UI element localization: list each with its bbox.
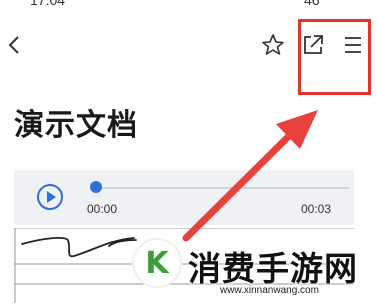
play-button[interactable] [37, 184, 63, 210]
status-time: 17:04 [30, 0, 66, 8]
status-bar: 17:04 46 [0, 0, 378, 8]
battery-level: 46 [304, 0, 320, 8]
favorite-button[interactable] [260, 32, 286, 58]
handwriting-stroke [21, 237, 137, 258]
total-time: 00:03 [301, 202, 332, 216]
progress-track[interactable] [95, 187, 349, 189]
watermark: K 消费手游网 www.xinnanwang.com [128, 236, 378, 303]
audio-player: 00:00 00:03 [14, 170, 354, 225]
star-icon [262, 34, 284, 55]
watermark-url: www.xinnanwang.com [220, 285, 319, 296]
progress-knob[interactable] [90, 181, 102, 193]
chevron-left-icon [8, 36, 19, 54]
document-title: 演示文档 [14, 108, 138, 143]
highlight-box [298, 19, 371, 95]
back-button[interactable] [4, 32, 28, 58]
watermark-text: 消费手游网 [188, 249, 358, 288]
watermark-logo: K [132, 238, 182, 288]
current-time: 00:00 [87, 202, 118, 216]
